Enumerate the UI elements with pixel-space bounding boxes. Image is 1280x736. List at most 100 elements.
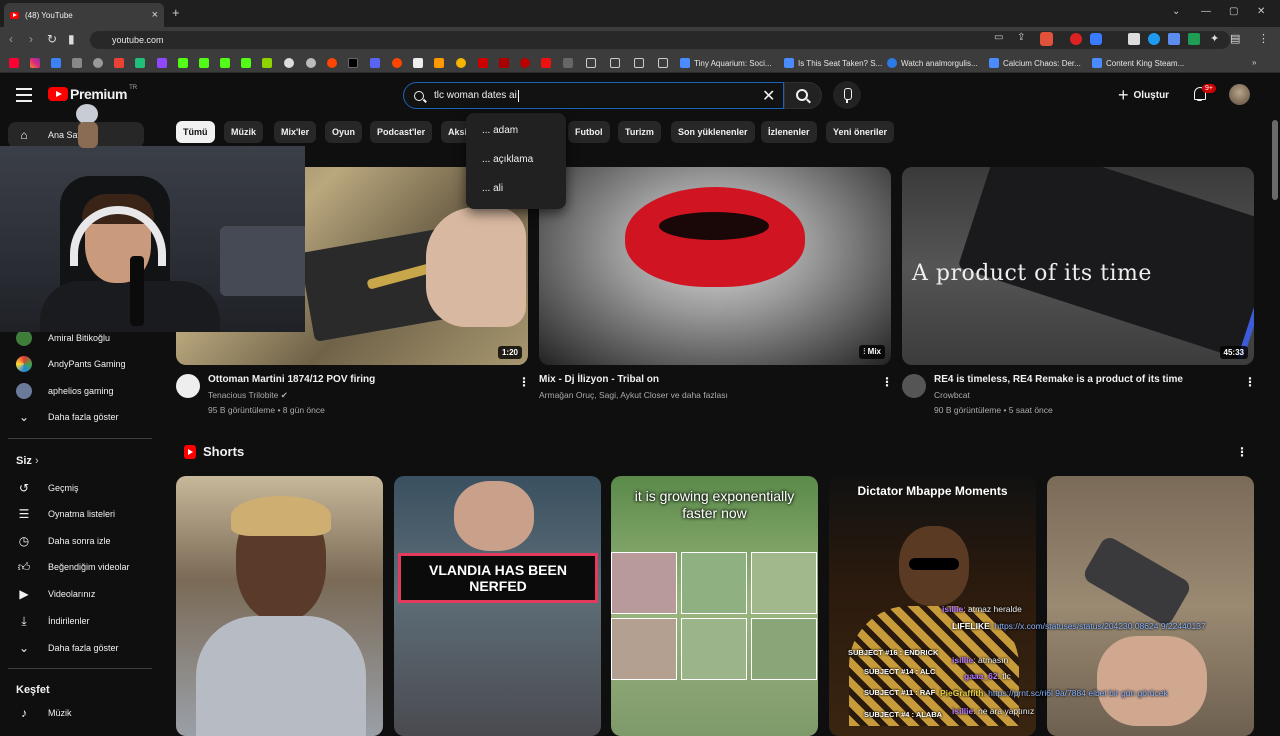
bookmark-icon[interactable] xyxy=(306,58,316,68)
suggestion-item[interactable]: ... ali xyxy=(482,183,503,194)
video-title[interactable]: Ottoman Martini 1874/12 POV firing xyxy=(208,374,375,385)
close-tab-icon[interactable]: × xyxy=(152,9,158,21)
clear-search-icon[interactable]: ✕ xyxy=(762,86,775,106)
chip-mixes[interactable]: Mix'ler xyxy=(274,121,317,143)
video-channel[interactable]: Crowbcat xyxy=(934,390,970,400)
sidebar-show-more[interactable]: ⌄ Daha fazla göster xyxy=(16,635,119,661)
more-actions-icon[interactable]: ⋮ xyxy=(881,375,893,389)
short-thumbnail[interactable]: VLANDIA HAS BEEN NERFED xyxy=(394,476,601,736)
more-actions-icon[interactable]: ⋮ xyxy=(518,375,530,389)
bookmark-youtube-icon[interactable] xyxy=(9,58,19,68)
bookmark-icon[interactable] xyxy=(563,58,573,68)
search-input[interactable]: tlc woman dates ai xyxy=(403,82,784,109)
chip-all[interactable]: Tümü xyxy=(176,121,215,143)
bookmark-reddit-icon[interactable] xyxy=(327,58,337,68)
brave-shield-icon[interactable] xyxy=(1040,32,1053,46)
bookmark-link[interactable]: Calcium Chaos: Der... xyxy=(989,58,1081,68)
bookmark-x-icon[interactable] xyxy=(348,58,358,68)
video-thumbnail[interactable]: A product of its time 45:33 xyxy=(902,167,1254,365)
create-button[interactable]: + Oluştur xyxy=(1118,85,1169,105)
url-input[interactable]: youtube.com xyxy=(90,31,1230,49)
browser-tab[interactable]: (48) YouTube × xyxy=(4,3,164,27)
short-thumbnail[interactable] xyxy=(176,476,383,736)
extension-icon[interactable] xyxy=(1168,33,1180,45)
youtube-logo[interactable]: Premium TR xyxy=(48,85,137,102)
extension-icon[interactable] xyxy=(1188,33,1200,45)
more-actions-icon[interactable]: ⋮ xyxy=(1244,375,1256,389)
suggestion-item[interactable]: ... adam xyxy=(482,125,518,136)
chip-gaming[interactable]: Oyun xyxy=(325,121,363,143)
bookmark-icon[interactable] xyxy=(541,58,551,68)
extension-icon[interactable] xyxy=(1148,33,1160,45)
chip-tourism[interactable]: Turizm xyxy=(618,121,661,143)
bookmark-icon[interactable] xyxy=(478,58,488,68)
cast-icon[interactable]: ▭ xyxy=(994,32,1003,43)
bookmark-kick-icon[interactable] xyxy=(241,58,251,68)
bookmark-icon[interactable]: ▮ xyxy=(68,32,75,46)
minimize-icon[interactable]: — xyxy=(1201,6,1211,17)
suggestion-item[interactable]: ... açıklama xyxy=(482,154,533,165)
video-channel[interactable]: Tenacious Trilobite ✔ xyxy=(208,390,288,401)
bookmark-folder-icon[interactable] xyxy=(658,58,668,68)
sidebar-item-downloads[interactable]: ⤓ İndirilenler xyxy=(16,608,89,634)
bookmark-kick-icon[interactable] xyxy=(199,58,209,68)
bookmark-folder-icon[interactable] xyxy=(634,58,644,68)
extension-icon[interactable] xyxy=(1128,33,1140,45)
page-scrollbar[interactable] xyxy=(1272,120,1278,200)
bookmark-icon[interactable] xyxy=(456,58,466,68)
bookmark-icon[interactable] xyxy=(93,58,103,68)
bookmark-kick-icon[interactable] xyxy=(220,58,230,68)
chip-podcasts[interactable]: Podcast'ler xyxy=(370,121,433,143)
sidebar-item-watch-later[interactable]: ◷ Daha sonra izle xyxy=(16,528,111,554)
sidebar-you-heading[interactable]: Siz › xyxy=(16,455,39,467)
sidebar-item-liked[interactable]: 👍︎ Beğendiğim videolar xyxy=(16,554,130,580)
chip-music[interactable]: Müzik xyxy=(224,121,264,143)
bookmark-icon[interactable] xyxy=(520,58,530,68)
bookmark-icon[interactable] xyxy=(262,58,272,68)
bookmark-link[interactable]: Watch analmorgulis... xyxy=(887,58,978,68)
bookmark-instagram-icon[interactable] xyxy=(30,58,40,68)
bookmark-amazon-icon[interactable] xyxy=(434,58,444,68)
bookmark-icon[interactable] xyxy=(135,58,145,68)
bookmark-icon[interactable] xyxy=(413,58,423,68)
bookmark-link[interactable]: Is This Seat Taken? S... xyxy=(784,58,882,68)
voice-search-icon[interactable] xyxy=(833,81,861,109)
new-tab-icon[interactable]: + xyxy=(172,5,180,20)
close-window-icon[interactable]: ✕ xyxy=(1257,6,1265,17)
sidebar-channel[interactable]: AndyPants Gaming xyxy=(16,351,126,377)
reload-icon[interactable]: ↻ xyxy=(47,32,57,46)
bookmark-folder-icon[interactable] xyxy=(610,58,620,68)
menu-icon[interactable] xyxy=(16,88,32,102)
sidebar-item-history[interactable]: ↺ Geçmiş xyxy=(16,475,79,501)
channel-avatar[interactable] xyxy=(902,374,926,398)
chip-watched[interactable]: İzlenenler xyxy=(761,121,817,143)
sidebar-toggle-icon[interactable]: ▤ xyxy=(1230,32,1240,45)
video-title[interactable]: Mix - Dj İlizyon - Tribal on xyxy=(539,374,659,385)
bookmark-twitch-icon[interactable] xyxy=(157,58,167,68)
chip-football[interactable]: Futbol xyxy=(568,121,610,143)
back-icon[interactable]: ‹ xyxy=(9,32,13,46)
browser-menu-icon[interactable]: ⋮ xyxy=(1258,32,1269,45)
sidebar-channel[interactable]: aphelios gaming xyxy=(16,378,114,404)
video-thumbnail[interactable]: ⫶ Mix xyxy=(539,167,891,365)
short-thumbnail[interactable]: it is growing exponentially faster now xyxy=(611,476,818,736)
maximize-icon[interactable]: ▢ xyxy=(1229,6,1238,17)
chip-new-to-you[interactable]: Yeni öneriler xyxy=(826,121,895,143)
bookmark-discord-icon[interactable] xyxy=(370,58,380,68)
extension-icon[interactable] xyxy=(1090,33,1102,45)
channel-avatar[interactable] xyxy=(176,374,200,398)
more-bookmarks-icon[interactable]: » xyxy=(1252,58,1256,67)
search-button[interactable] xyxy=(784,82,822,109)
tab-search-icon[interactable]: ⌄ xyxy=(1172,6,1180,17)
bookmark-icon[interactable] xyxy=(284,58,294,68)
sidebar-item-playlists[interactable]: ☰ Oynatma listeleri xyxy=(16,501,115,527)
chip-recently-uploaded[interactable]: Son yüklenenler xyxy=(671,121,755,143)
account-avatar[interactable] xyxy=(1229,84,1250,105)
bookmark-kick-icon[interactable] xyxy=(178,58,188,68)
sidebar-show-more[interactable]: ⌄ Daha fazla göster xyxy=(16,404,119,430)
bookmark-reddit-icon[interactable] xyxy=(392,58,402,68)
share-icon[interactable]: ⇪ xyxy=(1017,32,1025,43)
sidebar-item-music[interactable]: ♪ Müzik xyxy=(16,700,72,726)
bookmark-folder-icon[interactable] xyxy=(586,58,596,68)
bookmark-link[interactable]: Content King Steam... xyxy=(1092,58,1184,68)
